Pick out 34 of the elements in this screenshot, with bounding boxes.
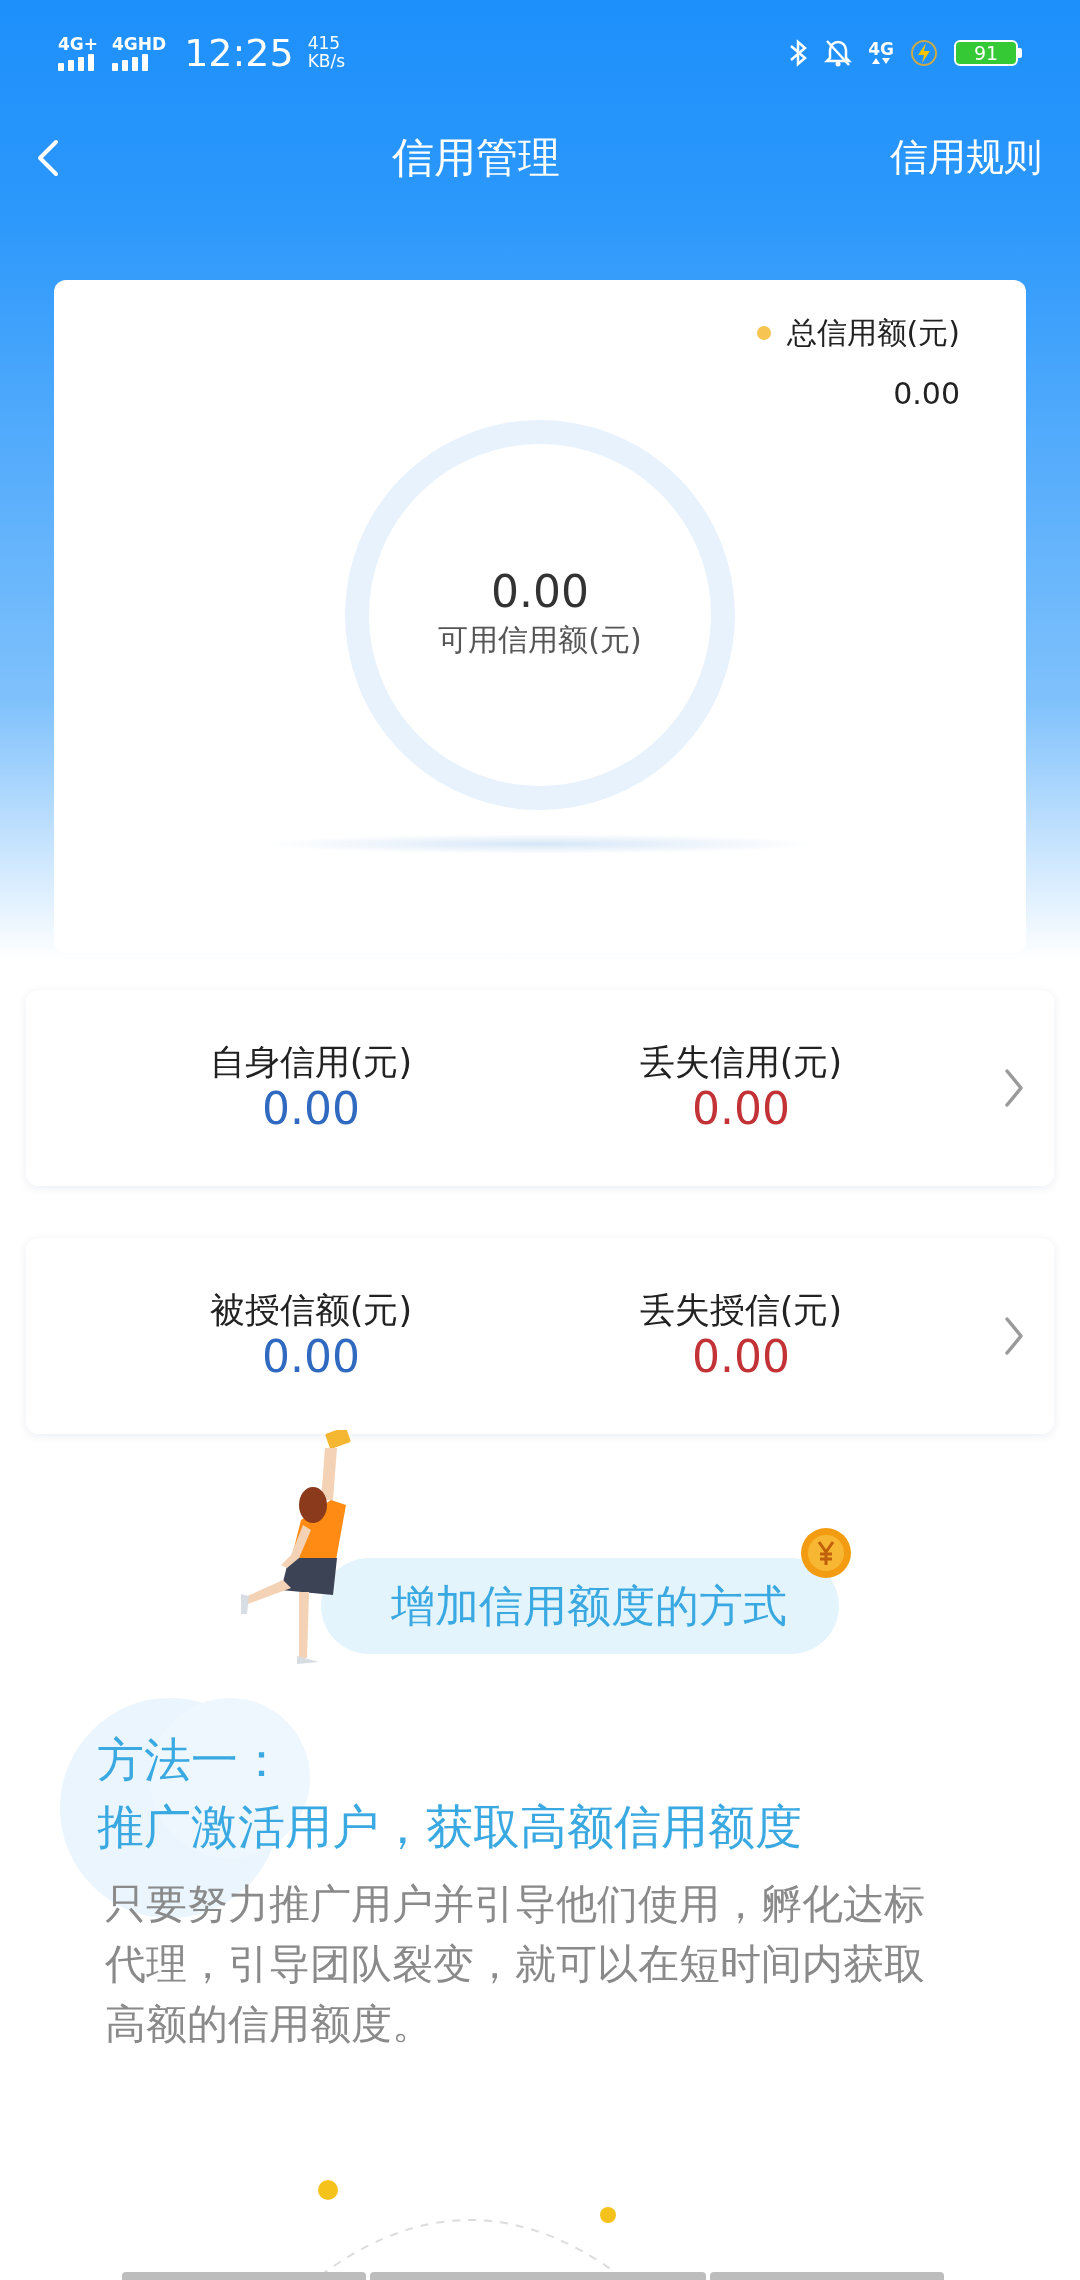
summary-label: 丢失授信(元) bbox=[639, 1288, 843, 1331]
total-value: 0.00 bbox=[893, 375, 960, 413]
network-label: 4G+ bbox=[58, 35, 99, 53]
summary-value: 0.00 bbox=[692, 1330, 790, 1384]
coin-icon bbox=[799, 1526, 853, 1580]
muted-bell-icon bbox=[824, 38, 853, 68]
signal-icon bbox=[58, 52, 94, 71]
network-label: 4G bbox=[868, 41, 894, 58]
method-description: 只要努力推广用户并引导他们使用，孵化达标代理，引导团队裂变，就可以在短时间内获取高额的信用额度。 bbox=[105, 1879, 925, 2050]
bluetooth-icon bbox=[788, 39, 809, 67]
summary-label: 丢失信用(元) bbox=[639, 1040, 843, 1083]
rules-link[interactable]: 信用规则 bbox=[890, 129, 1042, 186]
available-value: 0.00 bbox=[491, 568, 589, 617]
status-time: 12:25 bbox=[184, 34, 294, 72]
summary-value: 0.00 bbox=[262, 1082, 360, 1136]
chevron-right-icon[interactable] bbox=[1004, 1316, 1024, 1356]
available-label: 可用信用额(元) bbox=[438, 620, 642, 659]
battery-level: 91 bbox=[954, 40, 1018, 66]
page-title: 信用管理 bbox=[392, 132, 560, 184]
data-arrows-icon bbox=[871, 58, 892, 65]
method-subheading: 推广激活用户，获取高额信用额度 bbox=[97, 1798, 803, 1856]
summary-label: 自身信用(元) bbox=[209, 1040, 413, 1083]
banner-title: 增加信用额度的方式 bbox=[321, 1558, 839, 1654]
legend-label: 总信用额(元) bbox=[786, 314, 960, 352]
summary-value: 0.00 bbox=[262, 1330, 360, 1384]
speed-value: 415 bbox=[307, 35, 342, 53]
summary-value: 0.00 bbox=[692, 1082, 790, 1136]
network-label: 4GHD bbox=[112, 35, 167, 53]
summary-label: 被授信额(元) bbox=[209, 1288, 413, 1331]
charging-icon bbox=[910, 39, 938, 67]
speed-unit: KB/s bbox=[307, 53, 346, 71]
chevron-right-icon[interactable] bbox=[1004, 1068, 1024, 1108]
method-heading: 方法一： bbox=[97, 1731, 286, 1789]
signal-icon bbox=[112, 52, 149, 71]
